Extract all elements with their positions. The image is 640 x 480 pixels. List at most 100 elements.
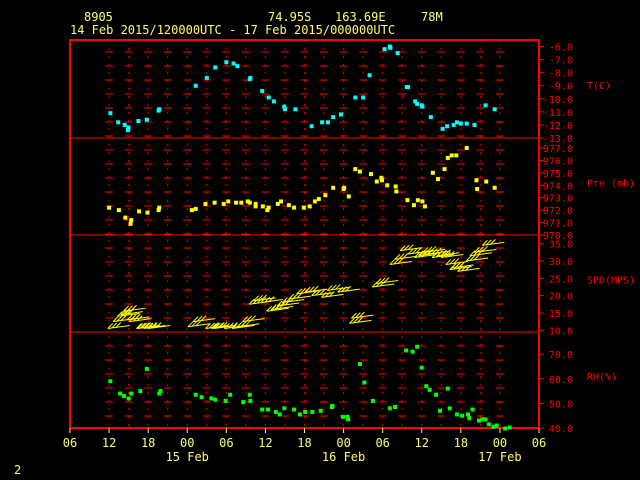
data-point (465, 412, 470, 417)
data-point (286, 203, 291, 208)
wind-barb (193, 318, 216, 323)
data-point (503, 426, 508, 431)
data-point (213, 65, 218, 70)
data-point (445, 155, 450, 160)
data-point (353, 167, 358, 172)
data-point (472, 122, 477, 127)
data-point (204, 75, 209, 80)
data-point (374, 179, 379, 184)
data-point (323, 193, 328, 198)
y-tick-label: 973.0 (543, 194, 573, 205)
data-point (445, 124, 450, 129)
data-point (309, 124, 314, 129)
y-tick-label: 10.0 (549, 326, 573, 337)
x-tick-label: 06 (375, 436, 389, 450)
x-tick-label: 06 (532, 436, 546, 450)
data-point (442, 167, 447, 172)
x-tick-label: 06 (63, 436, 77, 450)
data-point (126, 396, 131, 401)
data-point (122, 394, 127, 398)
data-point (297, 412, 302, 417)
data-point (458, 121, 463, 126)
data-point (282, 406, 287, 411)
data-point (248, 398, 253, 403)
x-tick-label: 18 (454, 436, 468, 450)
series-2 (107, 239, 505, 330)
data-point (144, 366, 149, 371)
series-0 (108, 44, 497, 133)
data-point (138, 389, 143, 394)
data-point (241, 400, 246, 405)
page-number: 2 (14, 463, 22, 477)
data-point (260, 407, 265, 412)
y-tick-label: 15.0 (549, 309, 573, 320)
x-tick-label: 06 (219, 436, 233, 450)
data-point (393, 405, 398, 410)
x-tick-label: 12 (415, 436, 429, 450)
data-point (223, 398, 228, 403)
data-point (330, 403, 335, 408)
wind-barb (457, 267, 480, 272)
data-point (395, 51, 400, 56)
panel-name: SPD(MPS) (587, 276, 635, 287)
data-point (157, 205, 162, 210)
data-point (464, 121, 469, 126)
data-point (361, 95, 366, 100)
data-point (467, 416, 472, 421)
data-point (260, 204, 265, 209)
data-point (293, 107, 298, 112)
data-point (158, 389, 163, 394)
y-tick-label: 50.0 (549, 399, 573, 410)
data-point (419, 365, 424, 370)
data-point (404, 348, 409, 353)
data-point (423, 204, 428, 209)
y-tick-label: 977.0 (543, 144, 573, 155)
data-point (393, 184, 398, 189)
data-point (430, 170, 435, 175)
data-point (445, 386, 450, 391)
data-point (484, 179, 489, 184)
y-tick-label: 30.0 (549, 257, 573, 268)
data-point (346, 417, 351, 422)
data-point (247, 200, 252, 205)
x-tick-label: 00 (336, 436, 350, 450)
y-tick-label: 974.0 (543, 181, 573, 192)
data-point (108, 111, 113, 116)
data-point (464, 145, 469, 150)
y-tick-label: 35.0 (549, 240, 573, 251)
data-point (380, 178, 385, 183)
data-point (368, 172, 373, 177)
data-point (248, 75, 253, 80)
data-point (212, 200, 217, 205)
data-point (128, 221, 133, 226)
data-point (449, 153, 454, 158)
y-tick-label: 20.0 (549, 292, 573, 303)
data-point (301, 205, 306, 210)
data-point (362, 380, 367, 385)
data-point (116, 208, 121, 213)
data-point (331, 115, 336, 120)
data-point (434, 392, 439, 397)
y-tick-label: 70.0 (549, 350, 573, 361)
data-point (320, 120, 325, 125)
date-label: 17 Feb (478, 450, 521, 464)
data-point (415, 344, 420, 349)
data-point (189, 208, 194, 213)
x-tick-label: 12 (102, 436, 116, 450)
data-point (234, 200, 239, 205)
data-point (312, 199, 317, 204)
y-tick-label: -10.0 (543, 95, 573, 106)
data-point (475, 186, 480, 191)
x-tick-label: 12 (258, 436, 272, 450)
data-point (266, 95, 271, 100)
data-point (454, 412, 459, 417)
data-point (273, 410, 278, 414)
data-point (454, 120, 459, 125)
data-point (193, 83, 198, 88)
x-tick-label: 18 (141, 436, 155, 450)
data-point (406, 85, 411, 90)
data-point (353, 95, 358, 100)
data-point (157, 107, 162, 112)
data-point (420, 199, 425, 204)
panel-name: T(C) (587, 81, 611, 92)
